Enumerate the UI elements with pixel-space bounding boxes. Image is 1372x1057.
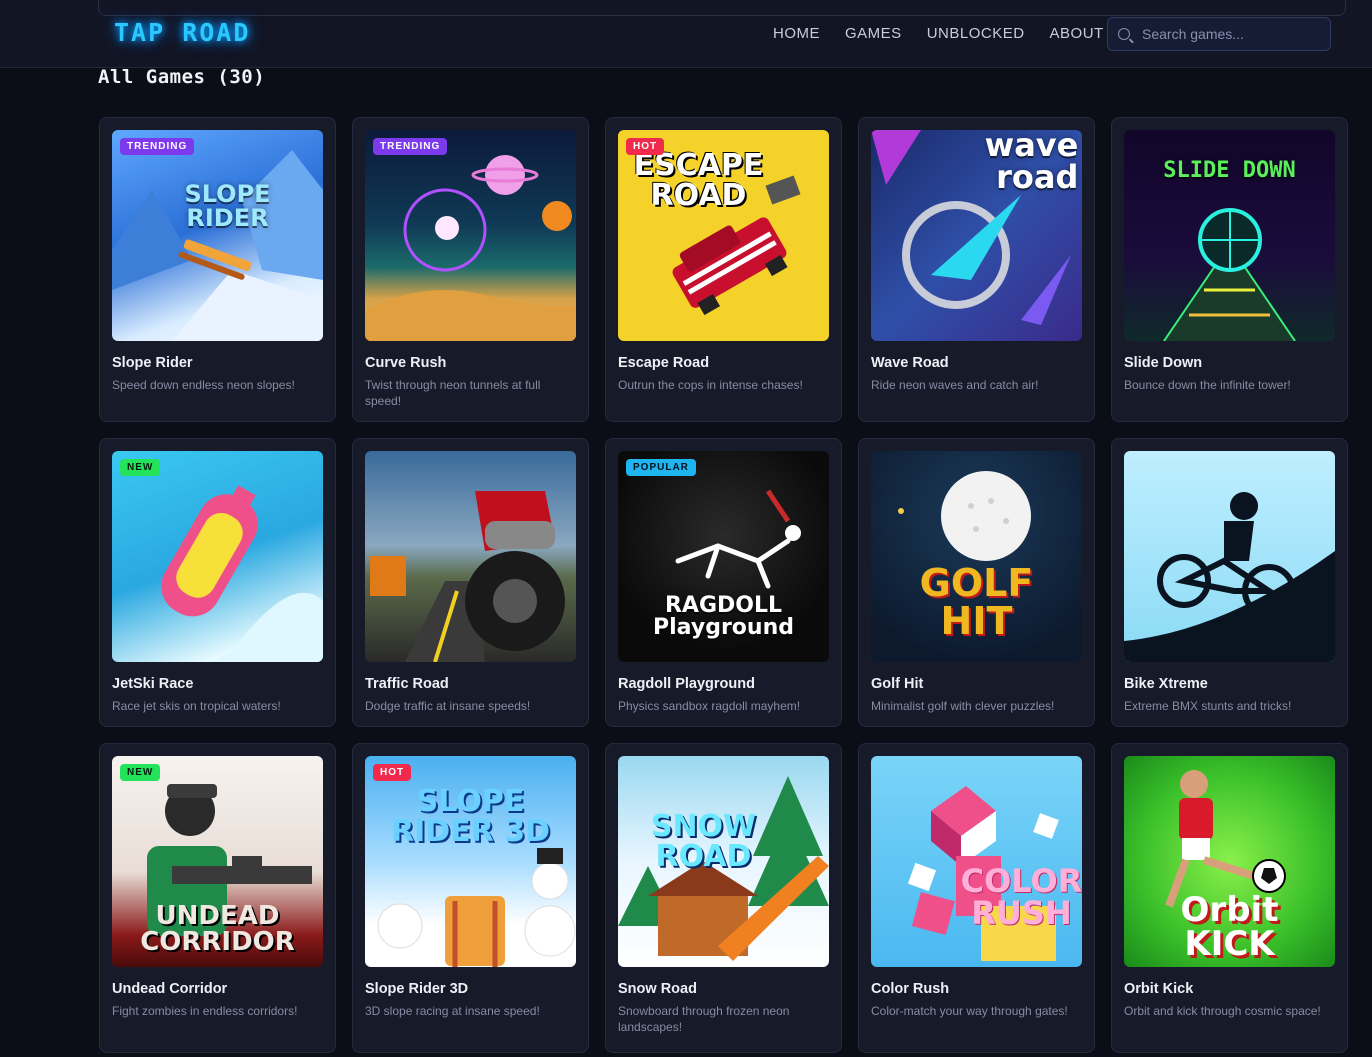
game-thumbnail: SNOW ROAD xyxy=(618,756,829,967)
game-thumbnail xyxy=(365,451,576,662)
game-name: Wave Road xyxy=(871,355,949,371)
game-badge: POPULAR xyxy=(626,459,696,476)
games-grid: TRENDING SLOPE RIDER Slope Rider Speed d… xyxy=(99,117,1348,1053)
game-name: Slope Rider xyxy=(112,355,193,371)
game-card[interactable]: GOLF HIT Golf Hit Minimalist golf with c… xyxy=(858,438,1095,727)
game-card[interactable]: wave road Wave Road Ride neon waves and … xyxy=(858,117,1095,422)
game-art-title: Orbit KICK xyxy=(1180,889,1279,964)
nav-about[interactable]: ABOUT xyxy=(1050,25,1104,42)
motorcycle-icon xyxy=(370,491,565,662)
game-name: Escape Road xyxy=(618,355,710,371)
game-art-title: SNOW ROAD xyxy=(650,808,757,874)
planet-icon xyxy=(365,155,576,341)
nav-home[interactable]: HOME xyxy=(773,25,820,42)
game-description: 3D slope racing at insane speed! xyxy=(365,1004,540,1018)
game-art-title: SLOPE RIDER xyxy=(184,179,271,232)
bike-icon xyxy=(1124,492,1335,662)
game-name: Bike Xtreme xyxy=(1124,676,1208,692)
game-description: Speed down endless neon slopes! xyxy=(112,378,295,392)
section-title: All Games (30) xyxy=(98,66,266,88)
game-thumbnail: HOT ESCAPE ROAD xyxy=(618,130,829,341)
game-name: JetSki Race xyxy=(112,676,194,692)
game-card[interactable]: POPULAR RAGDOLL Playground Ragdoll Playg… xyxy=(605,438,842,727)
game-description: Snowboard through frozen neon landscapes… xyxy=(618,1004,790,1034)
game-thumbnail: TRENDING SLOPE RIDER xyxy=(112,130,323,341)
search-input[interactable] xyxy=(1140,25,1324,43)
jetski-icon xyxy=(161,485,323,662)
game-card[interactable]: SNOW ROAD Snow Road Snowboard through fr… xyxy=(605,743,842,1053)
game-description: Outrun the cops in intense chases! xyxy=(618,378,803,392)
game-description: Physics sandbox ragdoll mayhem! xyxy=(618,699,801,713)
game-art-title: COLOR RUSH xyxy=(960,861,1082,932)
game-description: Ride neon waves and catch air! xyxy=(871,378,1039,392)
game-name: Slope Rider 3D xyxy=(365,981,469,997)
game-description: Fight zombies in endless corridors! xyxy=(112,1004,298,1018)
game-description: Dodge traffic at insane speeds! xyxy=(365,699,531,713)
game-description: Bounce down the infinite tower! xyxy=(1124,378,1291,392)
game-description: Twist through neon tunnels at full speed… xyxy=(365,378,541,408)
game-name: Slide Down xyxy=(1124,355,1203,371)
game-card[interactable]: NEW JetSki Race Race jet skis on tropica… xyxy=(99,438,336,727)
game-thumbnail: NEW UNDEAD CORRIDOR xyxy=(112,756,323,967)
search-box[interactable] xyxy=(1107,17,1331,51)
game-description: Minimalist golf with clever puzzles! xyxy=(871,699,1055,713)
game-thumbnail: Orbit KICK xyxy=(1124,756,1335,967)
game-badge: NEW xyxy=(120,764,161,781)
game-art-title: UNDEAD CORRIDOR xyxy=(140,901,295,957)
game-badge: NEW xyxy=(120,459,161,476)
game-name: Undead Corridor xyxy=(112,981,228,997)
game-name: Orbit Kick xyxy=(1124,981,1194,997)
game-card[interactable]: Bike Xtreme Extreme BMX stunts and trick… xyxy=(1111,438,1348,727)
game-art-title: GOLF HIT xyxy=(919,560,1034,643)
header-frame xyxy=(98,0,1346,16)
game-description: Color-match your way through gates! xyxy=(871,1004,1068,1018)
game-name: Ragdoll Playground xyxy=(618,676,755,692)
game-thumbnail: wave road xyxy=(871,130,1082,341)
game-name: Snow Road xyxy=(618,981,697,997)
game-card[interactable]: HOT ESCAPE ROAD Escape Road Outrun the c… xyxy=(605,117,842,422)
game-thumbnail: COLOR RUSH xyxy=(871,756,1082,967)
game-thumbnail xyxy=(1124,451,1335,662)
game-art-title: wave road xyxy=(984,130,1079,196)
game-card[interactable]: SLIDE DOWN Slide Down Bounce down the in… xyxy=(1111,117,1348,422)
nav-unblocked[interactable]: UNBLOCKED xyxy=(927,25,1025,42)
game-description: Orbit and kick through cosmic space! xyxy=(1124,1004,1321,1018)
game-art-title: ESCAPE ROAD xyxy=(633,147,764,213)
game-badge: TRENDING xyxy=(373,138,448,155)
game-card[interactable]: Orbit KICK Orbit Kick Orbit and kick thr… xyxy=(1111,743,1348,1053)
game-thumbnail: HOT SLOPE RIDER 3D xyxy=(365,756,576,967)
game-thumbnail: POPULAR RAGDOLL Playground xyxy=(618,451,829,662)
game-card[interactable]: NEW UNDEAD CORRIDOR Undead Corridor Figh… xyxy=(99,743,336,1053)
game-thumbnail: TRENDING xyxy=(365,130,576,341)
main-nav: HOME GAMES UNBLOCKED ABOUT xyxy=(773,25,1104,42)
site-logo[interactable]: TAP ROAD xyxy=(114,18,250,47)
game-badge: TRENDING xyxy=(120,138,195,155)
game-art-title: SLIDE DOWN xyxy=(1163,157,1296,183)
game-card[interactable]: Traffic Road Dodge traffic at insane spe… xyxy=(352,438,589,727)
game-card[interactable]: TRENDING Curve Rush Twist through neon t… xyxy=(352,117,589,422)
game-art-title: RAGDOLL Playground xyxy=(653,592,794,640)
game-badge: HOT xyxy=(626,138,665,155)
nav-games[interactable]: GAMES xyxy=(845,25,902,42)
site-header: TAP ROAD HOME GAMES UNBLOCKED ABOUT xyxy=(0,0,1372,68)
mountain-decoration xyxy=(112,150,323,341)
search-icon xyxy=(1118,28,1130,40)
game-thumbnail: NEW xyxy=(112,451,323,662)
game-art-title: SLOPE RIDER 3D xyxy=(391,783,550,849)
game-name: Traffic Road xyxy=(365,676,449,692)
game-name: Color Rush xyxy=(871,981,950,997)
game-description: Race jet skis on tropical waters! xyxy=(112,699,281,713)
game-badge: HOT xyxy=(373,764,412,781)
game-card[interactable]: HOT SLOPE RIDER 3D Slope Rider 3D 3D slo… xyxy=(352,743,589,1053)
game-card[interactable]: COLOR RUSH Color Rush Color-match your w… xyxy=(858,743,1095,1053)
game-thumbnail: GOLF HIT xyxy=(871,451,1082,662)
game-name: Curve Rush xyxy=(365,355,447,371)
game-thumbnail: SLIDE DOWN xyxy=(1124,130,1335,341)
game-description: Extreme BMX stunts and tricks! xyxy=(1124,699,1292,713)
game-name: Golf Hit xyxy=(871,676,924,692)
game-card[interactable]: TRENDING SLOPE RIDER Slope Rider Speed d… xyxy=(99,117,336,422)
